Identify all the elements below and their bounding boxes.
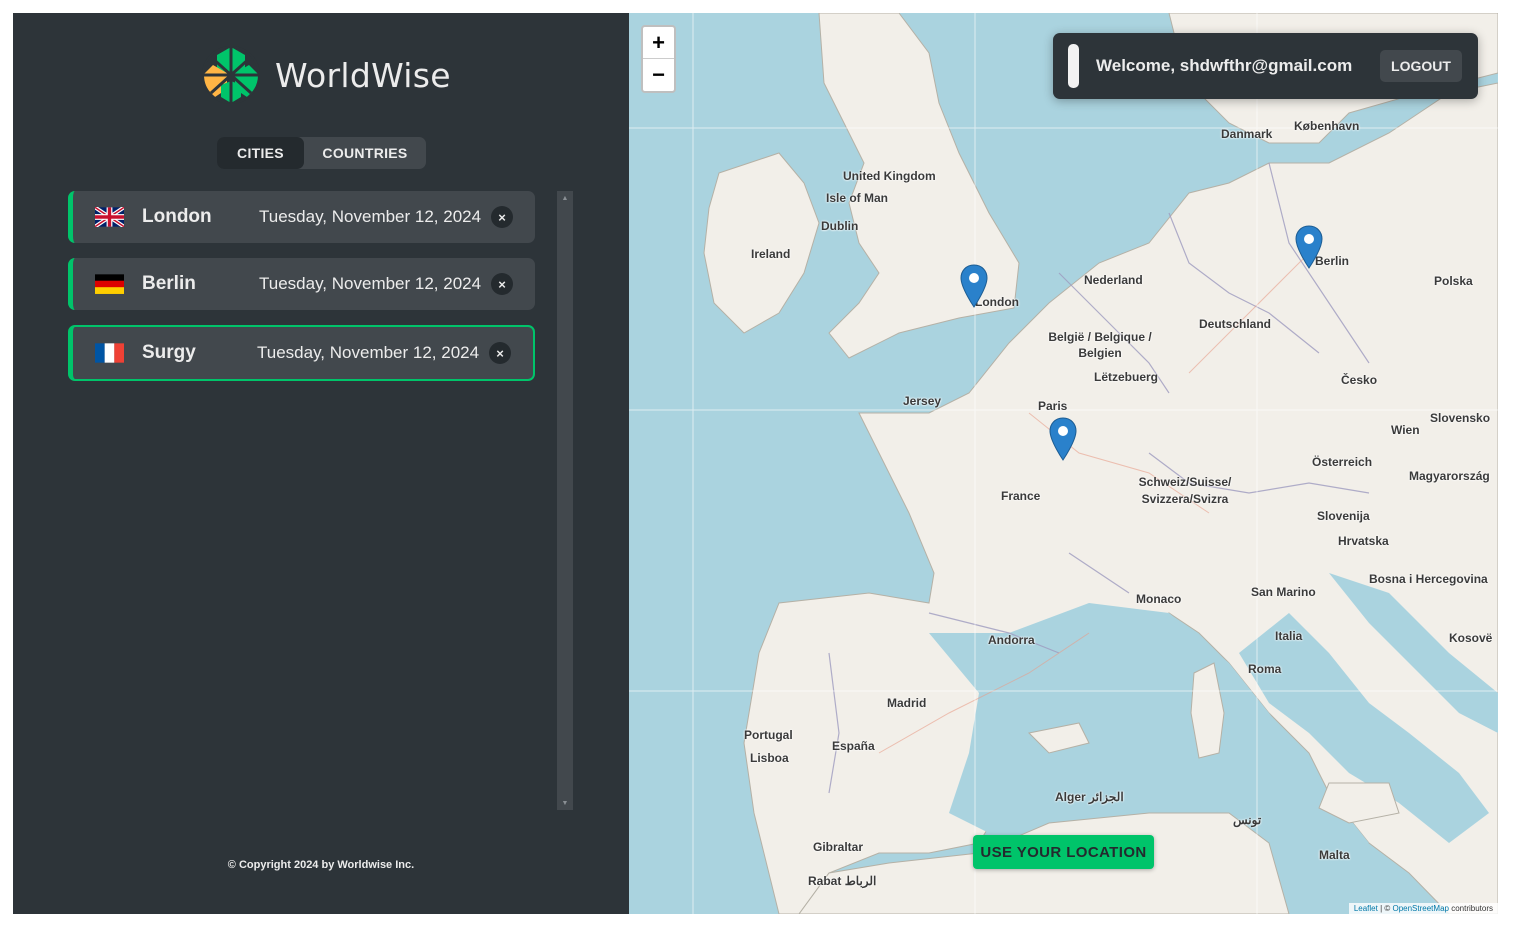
copyright: © Copyright 2024 by Worldwise Inc. bbox=[227, 859, 415, 871]
city-item-london[interactable]: London Tuesday, November 12, 2024 × bbox=[68, 191, 535, 243]
logo[interactable]: WorldWise bbox=[201, 45, 451, 105]
city-name: London bbox=[142, 206, 212, 227]
city-item-surgy[interactable]: Surgy Tuesday, November 12, 2024 × bbox=[68, 325, 535, 381]
map-label: Monaco bbox=[1136, 592, 1182, 606]
leaflet-link[interactable]: Leaflet bbox=[1354, 904, 1378, 913]
scrollbar[interactable]: ▲ ▼ bbox=[557, 191, 573, 810]
attribution-sep: | © bbox=[1377, 904, 1393, 913]
city-date: Tuesday, November 12, 2024 bbox=[259, 207, 482, 226]
map-label: Österreich bbox=[1312, 455, 1373, 469]
map-label: United Kingdom bbox=[843, 169, 936, 183]
map-label: Magyarország bbox=[1409, 469, 1490, 483]
map-marker-london[interactable] bbox=[960, 264, 988, 308]
user-panel: Welcome, shdwfthr@gmail.com LOGOUT bbox=[1053, 33, 1478, 99]
map-label: Paris bbox=[1038, 399, 1068, 413]
map-label: Deutschland bbox=[1199, 317, 1272, 331]
map-label: San Marino bbox=[1251, 585, 1316, 599]
map-label: Schweiz/Suisse/ Svizzera/Svizra bbox=[1138, 475, 1232, 506]
globe-logo-icon bbox=[202, 46, 260, 104]
app-name: WorldWise bbox=[275, 55, 451, 95]
city-item-berlin[interactable]: Berlin Tuesday, November 12, 2024 × bbox=[68, 258, 535, 310]
sidebar: WorldWise CITIES COUNTRIES London Tuesda… bbox=[13, 13, 629, 914]
map-label: Lëtzebuerg bbox=[1094, 370, 1159, 384]
zoom-out-button[interactable]: − bbox=[643, 59, 674, 91]
fr-flag-icon bbox=[95, 343, 124, 363]
map-label: Andorra bbox=[988, 633, 1035, 647]
map-label: Lisboa bbox=[750, 751, 789, 765]
map-label: Hrvatska bbox=[1338, 534, 1389, 548]
delete-city-button[interactable]: × bbox=[491, 273, 513, 295]
map-label: Ireland bbox=[751, 247, 791, 261]
tab-bar: CITIES COUNTRIES bbox=[217, 137, 426, 169]
city-list: London Tuesday, November 12, 2024 × Berl… bbox=[68, 191, 535, 396]
map-label: Rabat الرباط bbox=[808, 874, 877, 888]
map-label: Jersey bbox=[903, 394, 942, 408]
map-label: België / Belgique / Belgien bbox=[1048, 330, 1152, 360]
map-label: Alger الجزائر bbox=[1055, 790, 1124, 804]
tab-cities[interactable]: CITIES bbox=[217, 137, 304, 169]
map-label: España bbox=[832, 739, 875, 753]
scroll-down-icon[interactable]: ▼ bbox=[557, 796, 573, 810]
map-label: Polska bbox=[1434, 274, 1473, 288]
map-label: Bosna i Hercegovina bbox=[1369, 572, 1488, 586]
tab-countries[interactable]: COUNTRIES bbox=[304, 137, 426, 169]
map-label: Danmark bbox=[1221, 127, 1273, 141]
map-label: Česko bbox=[1341, 373, 1378, 387]
city-date: Tuesday, November 12, 2024 bbox=[259, 274, 482, 293]
map-label: Dublin bbox=[821, 219, 859, 233]
map-label: Kosovë bbox=[1449, 631, 1493, 645]
map-label: Wien bbox=[1391, 423, 1420, 437]
map-label: Nederland bbox=[1084, 273, 1143, 287]
map-label: Malta bbox=[1319, 848, 1350, 862]
attribution-tail: contributors bbox=[1448, 904, 1493, 913]
map-label: Portugal bbox=[744, 728, 793, 742]
map-attribution: Leaflet | © OpenStreetMap contributors bbox=[1348, 903, 1498, 914]
map-marker-berlin[interactable] bbox=[1295, 225, 1323, 269]
map-label: تونس bbox=[1233, 813, 1262, 827]
avatar bbox=[1068, 44, 1079, 88]
city-name: Surgy bbox=[142, 342, 196, 363]
map[interactable]: United Kingdom Isle of Man Dublin Irelan… bbox=[629, 13, 1498, 914]
city-date: Tuesday, November 12, 2024 bbox=[257, 343, 480, 362]
delete-city-button[interactable]: × bbox=[489, 342, 511, 364]
map-label: København bbox=[1294, 119, 1360, 133]
app-root: WorldWise CITIES COUNTRIES London Tuesda… bbox=[13, 13, 1498, 914]
use-location-button[interactable]: USE YOUR LOCATION bbox=[973, 835, 1154, 869]
zoom-in-button[interactable]: + bbox=[643, 27, 674, 59]
map-marker-surgy[interactable] bbox=[1049, 417, 1077, 461]
zoom-control: + − bbox=[641, 25, 676, 93]
welcome-text: Welcome, shdwfthr@gmail.com bbox=[1096, 56, 1353, 75]
map-label: Gibraltar bbox=[813, 840, 864, 854]
map-label: Roma bbox=[1248, 662, 1282, 676]
delete-city-button[interactable]: × bbox=[491, 206, 513, 228]
map-label: Slovensko bbox=[1430, 411, 1491, 425]
osm-link[interactable]: OpenStreetMap bbox=[1392, 904, 1448, 913]
gb-flag-icon bbox=[95, 207, 124, 227]
map-label: Madrid bbox=[887, 696, 927, 710]
de-flag-icon bbox=[95, 274, 124, 294]
scroll-up-icon[interactable]: ▲ bbox=[557, 191, 573, 205]
map-label: Isle of Man bbox=[826, 191, 889, 205]
logout-button[interactable]: LOGOUT bbox=[1380, 50, 1462, 82]
city-name: Berlin bbox=[142, 273, 196, 294]
map-label: France bbox=[1001, 489, 1041, 503]
map-label: Slovenija bbox=[1317, 509, 1370, 523]
map-label: Italia bbox=[1275, 629, 1303, 643]
